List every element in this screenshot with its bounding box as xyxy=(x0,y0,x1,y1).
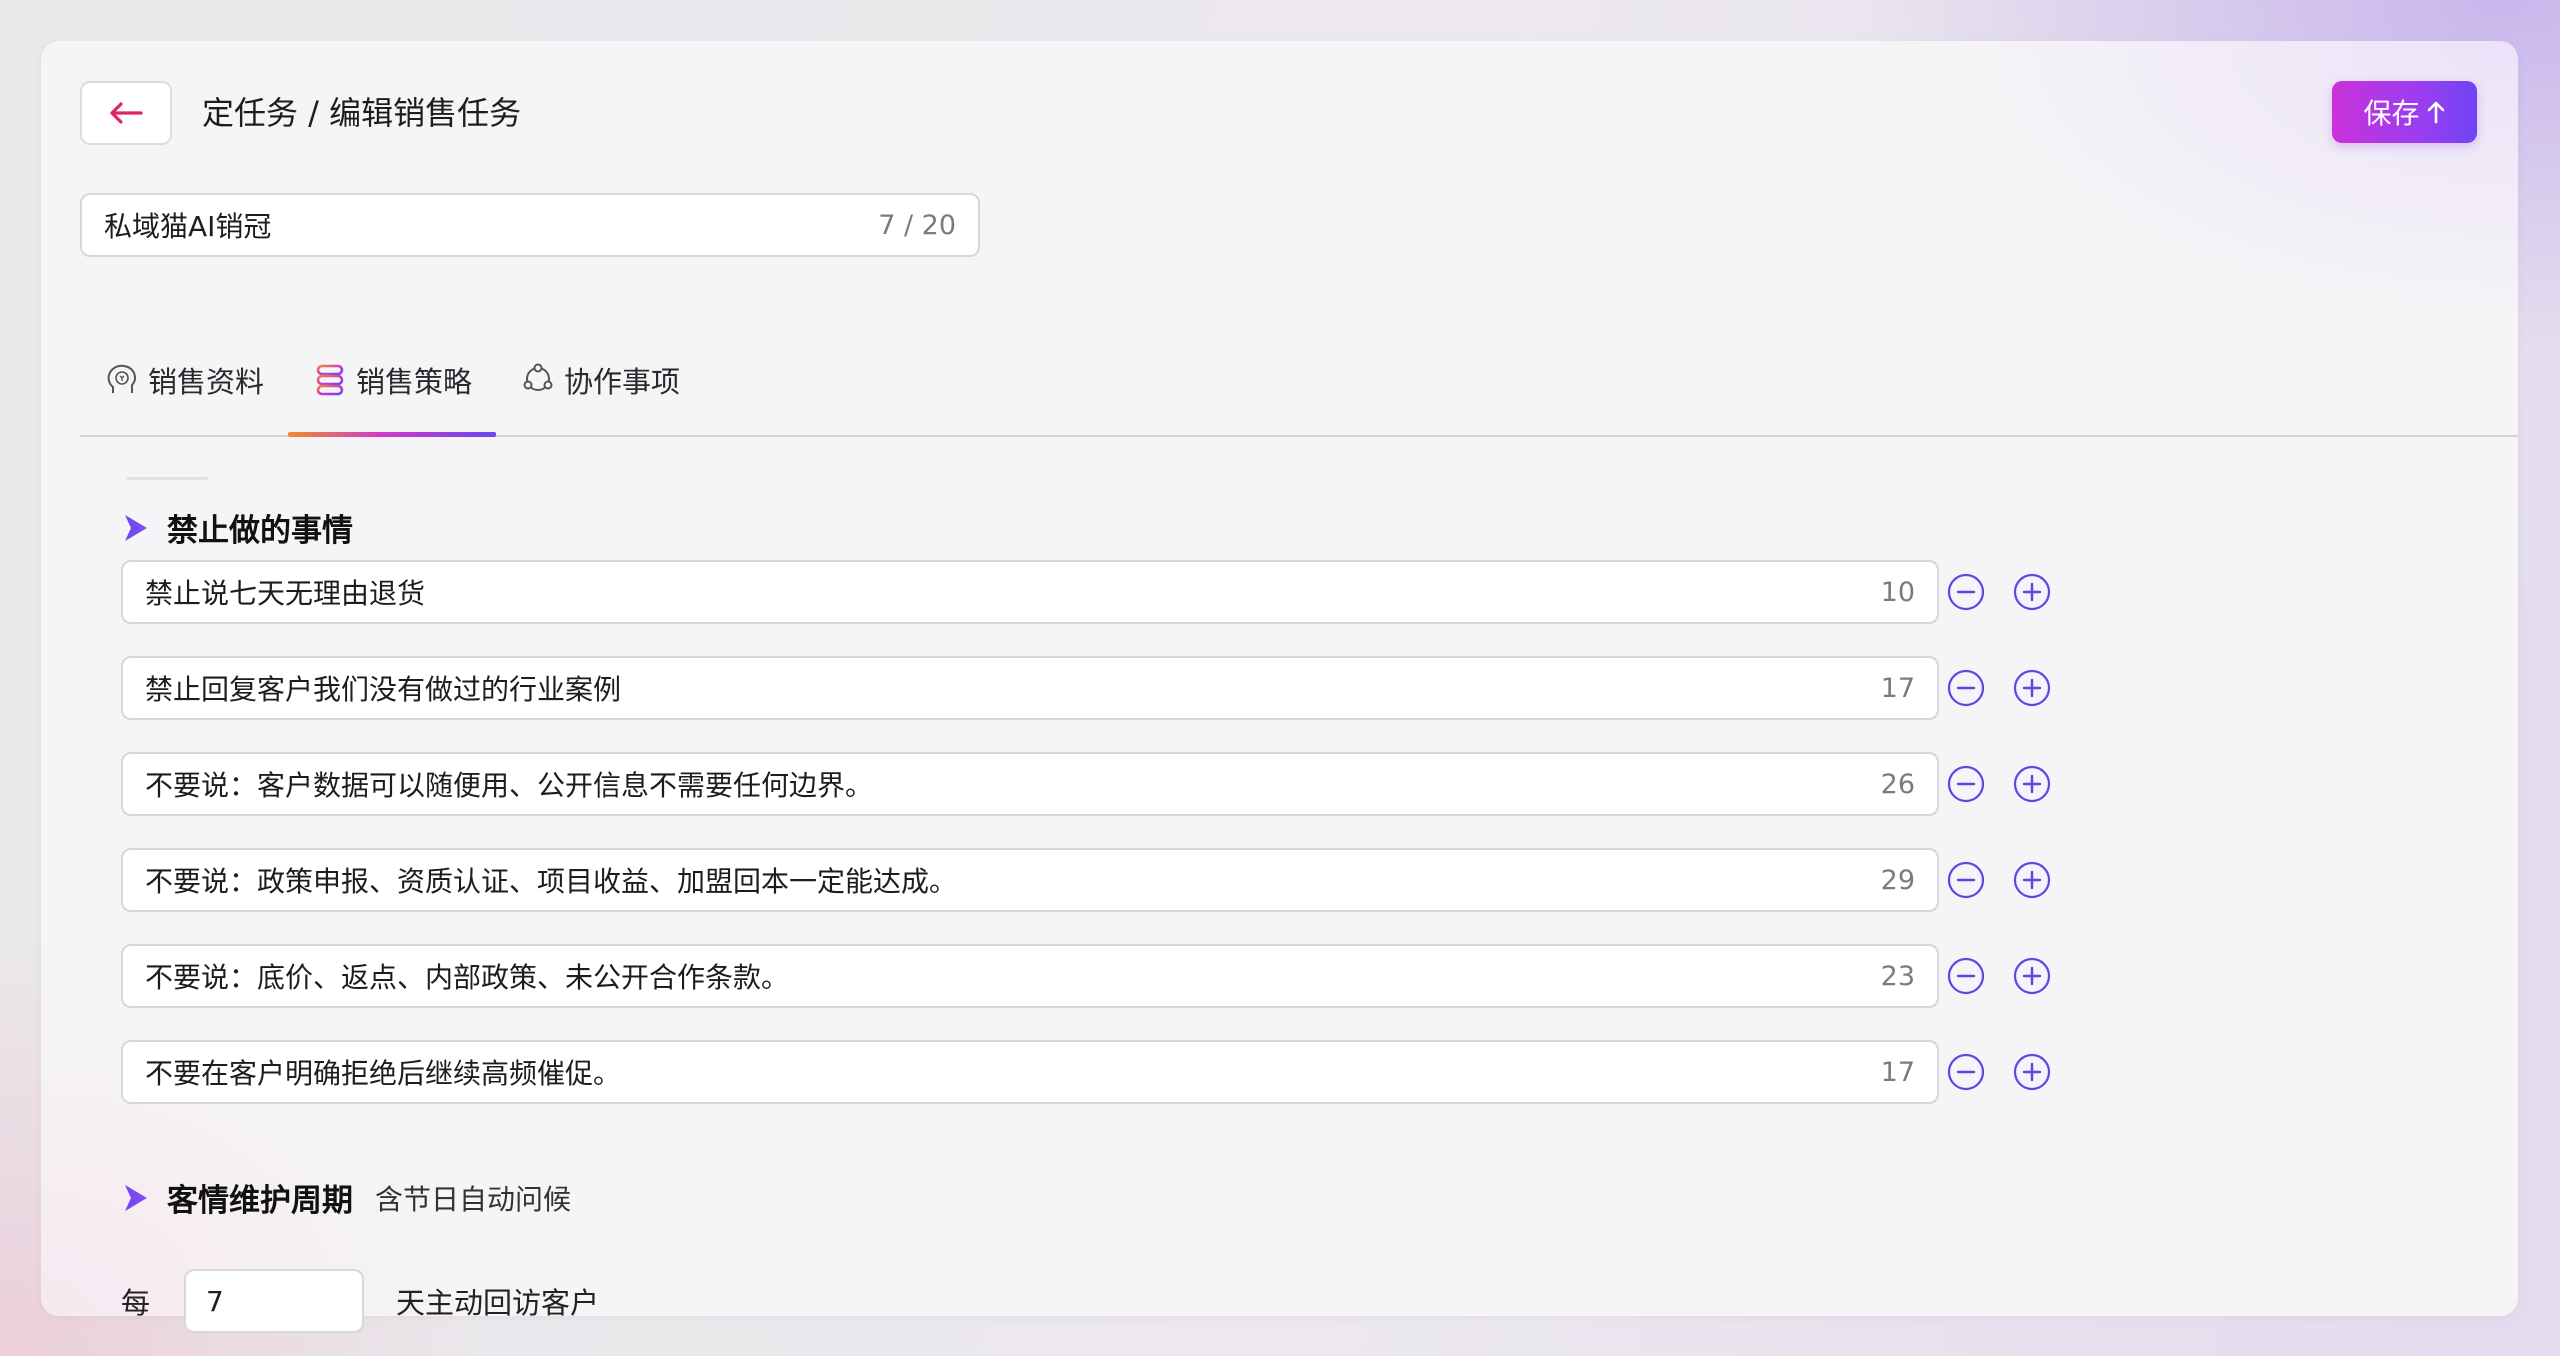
rule-char-count: 17 xyxy=(1880,1056,1915,1088)
list-item: 10 xyxy=(121,560,1939,624)
collaboration-icon xyxy=(523,363,553,391)
task-name-field: 7 / 20 xyxy=(80,193,980,257)
add-row-icon[interactable] xyxy=(2012,668,2052,708)
list-item: 26 xyxy=(121,752,1939,816)
maintenance-section-subtitle: 含节日自动问候 xyxy=(375,1182,572,1216)
rule-char-count: 26 xyxy=(1880,768,1915,800)
rule-field: 17 xyxy=(121,656,1939,720)
rule-input[interactable] xyxy=(145,1055,1881,1089)
play-arrow-icon xyxy=(125,1184,147,1211)
remove-row-icon[interactable] xyxy=(1946,1052,1986,1092)
rule-input[interactable] xyxy=(145,575,1881,609)
rule-field: 10 xyxy=(121,560,1939,624)
days-input[interactable] xyxy=(184,1269,365,1333)
rule-field: 26 xyxy=(121,752,1939,816)
rule-field: 29 xyxy=(121,848,1939,912)
rule-char-count: 10 xyxy=(1880,576,1915,608)
frequency-prefix: 每 xyxy=(121,1286,151,1320)
rule-field: 23 xyxy=(121,944,1939,1008)
add-row-icon[interactable] xyxy=(2012,764,2052,804)
arrow-up-icon xyxy=(2427,101,2444,124)
tab-collaboration-label: 协作事项 xyxy=(564,365,681,399)
add-row-icon[interactable] xyxy=(2012,956,2052,996)
strategy-path-icon xyxy=(316,364,344,396)
forbidden-section-header: 禁止做的事情 xyxy=(123,505,353,550)
task-name-input[interactable] xyxy=(104,208,879,242)
char-counter: 7 / 20 xyxy=(878,209,956,241)
list-item: 29 xyxy=(121,848,1939,912)
profile-head-icon xyxy=(107,364,137,393)
frequency-suffix: 天主动回访客户 xyxy=(396,1286,600,1320)
remove-row-icon[interactable] xyxy=(1946,860,1986,900)
add-row-icon[interactable] xyxy=(2012,572,2052,612)
save-button[interactable]: 保存 xyxy=(2332,81,2477,143)
remove-row-icon[interactable] xyxy=(1946,572,1986,612)
editor-card: 定任务 / 编辑销售任务 保存 7 / 20 销售资料 xyxy=(41,41,2518,1333)
rule-input[interactable] xyxy=(145,671,1881,705)
revisit-frequency-row: 每 天主动回访客户 xyxy=(121,1269,599,1333)
forbidden-section-title: 禁止做的事情 xyxy=(167,513,353,549)
list-item: 23 xyxy=(121,944,1939,1008)
breadcrumb: 定任务 / 编辑销售任务 xyxy=(202,94,522,132)
remove-row-icon[interactable] xyxy=(1946,764,1986,804)
tab-collaboration[interactable]: 协作事项 xyxy=(496,341,704,419)
tab-sales-materials[interactable]: 销售资料 xyxy=(80,341,288,419)
rule-input[interactable] xyxy=(145,959,1881,993)
rule-char-count: 29 xyxy=(1880,864,1915,896)
tab-sales-strategy-label: 销售策略 xyxy=(356,365,473,399)
rule-field: 17 xyxy=(121,1040,1939,1104)
add-row-icon[interactable] xyxy=(2012,1052,2052,1092)
save-button-label: 保存 xyxy=(2363,97,2420,130)
play-arrow-icon xyxy=(125,514,147,541)
list-item: 17 xyxy=(121,1040,1939,1104)
maintenance-section-header: 客情维护周期 含节日自动问候 xyxy=(123,1175,571,1220)
back-button[interactable] xyxy=(80,81,172,145)
list-item: 17 xyxy=(121,656,1939,720)
maintenance-section-title: 客情维护周期 xyxy=(167,1183,353,1219)
rule-char-count: 17 xyxy=(1880,672,1915,704)
rule-input[interactable] xyxy=(145,767,1881,801)
arrow-left-icon xyxy=(110,102,143,124)
add-row-icon[interactable] xyxy=(2012,860,2052,900)
tab-sales-strategy[interactable]: 销售策略 xyxy=(288,341,497,437)
tab-bar: 销售资料 销售策略 协作事项 xyxy=(80,359,2518,437)
rule-input[interactable] xyxy=(145,863,1881,897)
rule-char-count: 23 xyxy=(1880,960,1915,992)
tab-sales-materials-label: 销售资料 xyxy=(148,365,265,399)
divider xyxy=(126,477,208,480)
remove-row-icon[interactable] xyxy=(1946,956,1986,996)
remove-row-icon[interactable] xyxy=(1946,668,1986,708)
